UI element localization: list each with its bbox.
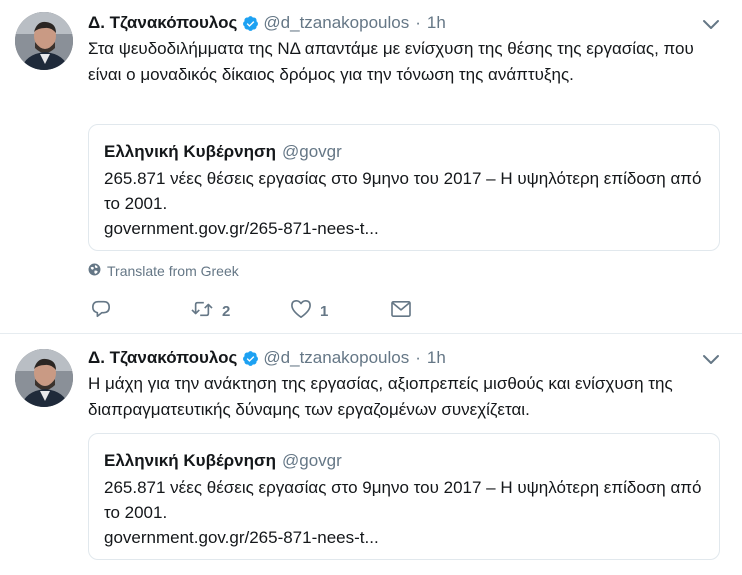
- author-name[interactable]: Δ. Τζανακόπουλος: [88, 12, 237, 34]
- tweet[interactable]: Δ. Τζανακόπουλος @d_tzanakopoulos · 1h Η…: [0, 335, 742, 575]
- avatar[interactable]: [15, 12, 73, 70]
- quoted-tweet-link[interactable]: government.gov.gr/265-871-nees-t...: [104, 525, 704, 550]
- heart-icon: [290, 299, 312, 324]
- author-handle[interactable]: @d_tzanakopoulos: [263, 12, 409, 34]
- translate-link[interactable]: Translate from Greek: [88, 263, 239, 279]
- tweet-feed: Δ. Τζανακόπουλος @d_tzanakopoulos · 1h Σ…: [0, 0, 742, 575]
- globe-icon: [88, 263, 107, 279]
- envelope-icon: [390, 300, 412, 322]
- tweet-timestamp[interactable]: 1h: [427, 12, 446, 34]
- quoted-tweet-header: Ελληνική Κυβέρνηση @govgr: [104, 448, 704, 473]
- quoted-author-name: Ελληνική Κυβέρνηση: [104, 142, 276, 161]
- verified-badge-icon: [242, 15, 259, 32]
- chevron-down-icon[interactable]: [702, 18, 720, 30]
- tweet-timestamp[interactable]: 1h: [427, 347, 446, 369]
- quoted-tweet-link[interactable]: government.gov.gr/265-871-nees-t...: [104, 216, 704, 241]
- avatar[interactable]: [15, 349, 73, 407]
- quoted-tweet-text: 265.871 νέες θέσεις εργασίας στο 9μηνο τ…: [104, 478, 702, 522]
- author-name[interactable]: Δ. Τζανακόπουλος: [88, 347, 237, 369]
- direct-message-button[interactable]: [390, 300, 412, 323]
- like-button[interactable]: 1: [290, 299, 328, 324]
- quoted-tweet[interactable]: Ελληνική Κυβέρνηση @govgr 265.871 νέες θέ…: [88, 433, 720, 560]
- quoted-tweet[interactable]: Ελληνική Κυβέρνηση @govgr 265.871 νέες θέ…: [88, 124, 720, 251]
- chevron-down-icon[interactable]: [702, 353, 720, 365]
- retweet-icon: [190, 299, 214, 324]
- tweet-text: Η μάχη για την ανάκτηση της εργασίας, αξ…: [88, 374, 673, 419]
- tweet-actions: 2 1: [90, 299, 411, 324]
- retweet-button[interactable]: 2: [190, 299, 230, 324]
- author-handle[interactable]: @d_tzanakopoulos: [263, 347, 409, 369]
- quoted-tweet-text: 265.871 νέες θέσεις εργασίας στο 9μηνο τ…: [104, 169, 702, 213]
- separator-dot: ·: [415, 13, 421, 32]
- tweet-header: Δ. Τζανακόπουλος @d_tzanakopoulos · 1h: [88, 12, 446, 34]
- quoted-author-handle: @govgr: [281, 142, 342, 161]
- reply-icon: [90, 299, 112, 324]
- tweet-text: Στα ψευδοδιλήμματα της ΝΔ απαντάμε με εν…: [88, 39, 694, 84]
- quoted-author-handle: @govgr: [281, 451, 342, 470]
- tweet-header: Δ. Τζανακόπουλος @d_tzanakopoulos · 1h: [88, 347, 446, 369]
- like-count: 1: [320, 302, 329, 320]
- translate-label: Translate from Greek: [107, 263, 239, 279]
- quoted-tweet-header: Ελληνική Κυβέρνηση @govgr: [104, 139, 704, 164]
- verified-badge-icon: [242, 350, 259, 367]
- tweet[interactable]: Δ. Τζανακόπουλος @d_tzanakopoulos · 1h Σ…: [0, 0, 742, 334]
- separator-dot: ·: [415, 348, 421, 367]
- retweet-count: 2: [222, 302, 231, 320]
- reply-button[interactable]: [90, 299, 112, 324]
- quoted-author-name: Ελληνική Κυβέρνηση: [104, 451, 276, 470]
